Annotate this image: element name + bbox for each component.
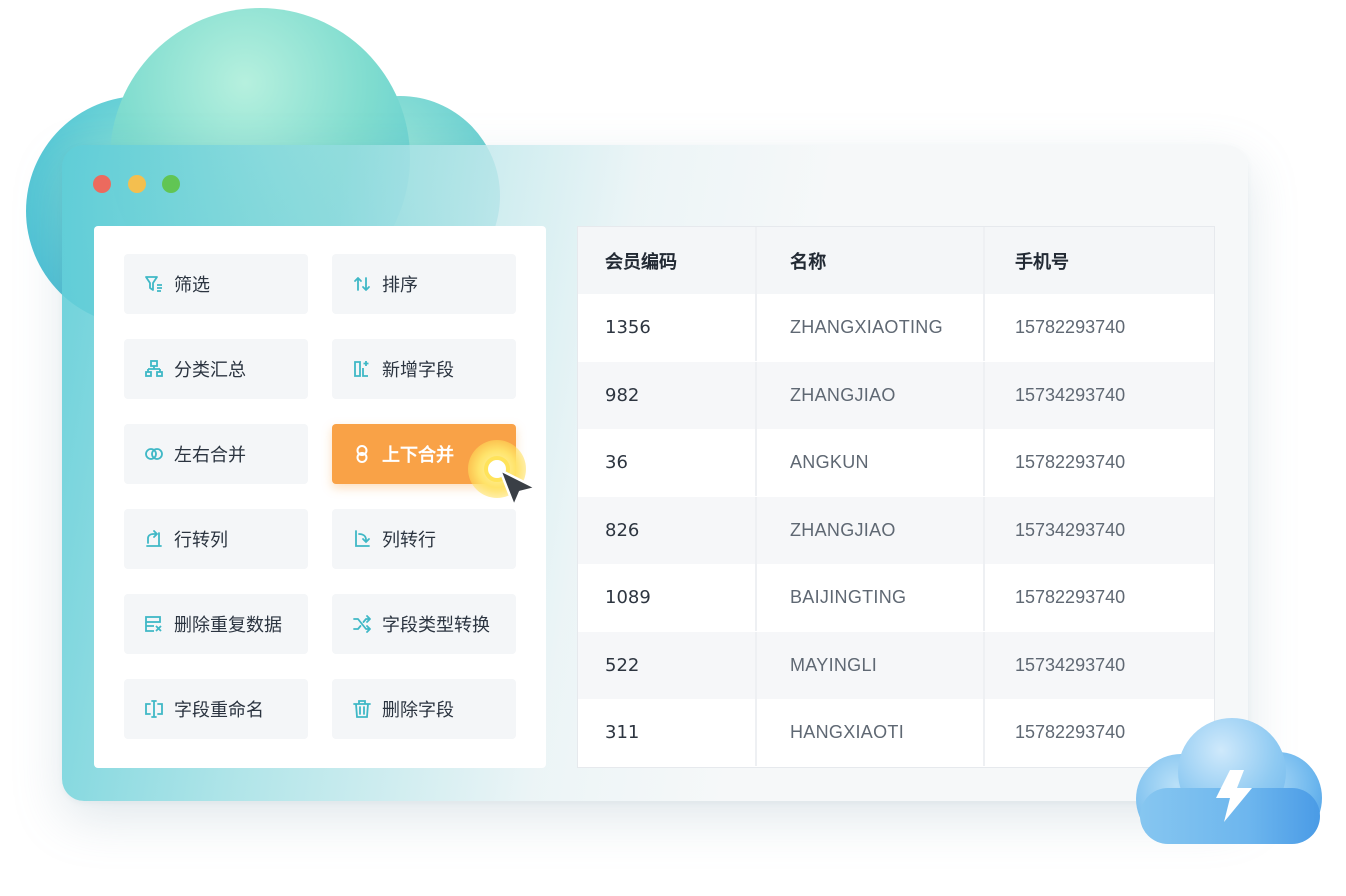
row-to-column-button[interactable]: 行转列 <box>124 509 308 569</box>
name-cell: ANGKUN <box>757 429 985 496</box>
name-cell: ZHANGXIAOTING <box>757 294 985 361</box>
table-row[interactable]: 826 ZHANGJIAO 15734293740 <box>578 497 1214 564</box>
phone-cell: 15734293740 <box>1015 655 1126 675</box>
horizontal-merge-button[interactable]: 左右合并 <box>124 424 308 484</box>
filter-label: 筛选 <box>174 275 210 296</box>
phone-cell: 15734293740 <box>1015 520 1126 540</box>
table-row[interactable]: 1356 ZHANGXIAOTING 15782293740 <box>578 294 1214 361</box>
operations-panel: 筛选 排序 分类汇总 新增字段 左右合并 上下合并 行转列 列转行 删除重复数据… <box>94 226 546 768</box>
column-header-member-code[interactable]: 会员编码 <box>578 227 757 294</box>
table-row[interactable]: 1089 BAIJINGTING 15782293740 <box>578 564 1214 631</box>
member-code-cell: 826 <box>578 497 757 564</box>
column-header-phone[interactable]: 手机号 <box>985 227 1214 294</box>
sort-label: 排序 <box>382 275 418 296</box>
group-summary-label: 分类汇总 <box>174 360 246 381</box>
name-cell: HANGXIAOTI <box>757 699 985 766</box>
remove-duplicates-button[interactable]: 删除重复数据 <box>124 594 308 654</box>
member-code-cell: 982 <box>578 362 757 429</box>
lightning-bolt-icon <box>1216 770 1252 822</box>
table-row[interactable]: 982 ZHANGJIAO 15734293740 <box>578 362 1214 429</box>
rename-field-icon <box>144 699 164 719</box>
rename-field-button[interactable]: 字段重命名 <box>124 679 308 739</box>
lightning-cloud-decoration <box>1132 718 1328 848</box>
remove-duplicates-icon <box>144 614 164 634</box>
column-to-row-button[interactable]: 列转行 <box>332 509 516 569</box>
member-code-cell: 311 <box>578 699 757 766</box>
row-to-column-label: 行转列 <box>174 530 228 551</box>
row-to-column-icon <box>144 529 164 549</box>
column-header-name[interactable]: 名称 <box>757 227 985 294</box>
member-code-cell: 1089 <box>578 564 757 631</box>
phone-cell: 15782293740 <box>1015 317 1126 337</box>
filter-icon <box>144 274 164 294</box>
remove-duplicates-label: 删除重复数据 <box>174 615 282 636</box>
name-cell: BAIJINGTING <box>757 564 985 631</box>
table-row[interactable]: 36 ANGKUN 15782293740 <box>578 429 1214 496</box>
sort-icon <box>352 274 372 294</box>
window-maximize-button[interactable] <box>162 175 180 193</box>
phone-cell: 15782293740 <box>1015 452 1126 472</box>
horizontal-merge-label: 左右合并 <box>174 445 246 466</box>
field-type-convert-label: 字段类型转换 <box>382 615 490 636</box>
horizontal-merge-icon <box>144 444 164 464</box>
add-field-icon <box>352 359 372 379</box>
member-code-cell: 1356 <box>578 294 757 361</box>
window-close-button[interactable] <box>93 175 111 193</box>
phone-cell: 15782293740 <box>1015 587 1126 607</box>
member-code-cell: 36 <box>578 429 757 496</box>
shuffle-icon <box>352 614 372 634</box>
name-cell: MAYINGLI <box>757 632 985 699</box>
group-summary-button[interactable]: 分类汇总 <box>124 339 308 399</box>
phone-cell: 15734293740 <box>1015 385 1126 405</box>
field-type-convert-button[interactable]: 字段类型转换 <box>332 594 516 654</box>
table-row[interactable]: 522 MAYINGLI 15734293740 <box>578 632 1214 699</box>
rename-field-label: 字段重命名 <box>174 700 264 721</box>
trash-icon <box>352 699 372 719</box>
window-minimize-button[interactable] <box>128 175 146 193</box>
sort-button[interactable]: 排序 <box>332 254 516 314</box>
add-field-label: 新增字段 <box>382 360 454 381</box>
name-cell: ZHANGJIAO <box>757 362 985 429</box>
vertical-merge-label: 上下合并 <box>382 445 454 466</box>
member-code-cell: 522 <box>578 632 757 699</box>
column-to-row-icon <box>352 529 372 549</box>
data-table: 会员编码 名称 手机号 1356 ZHANGXIAOTING 157822937… <box>577 226 1215 768</box>
table-row[interactable]: 311 HANGXIAOTI 15782293740 <box>578 699 1214 766</box>
mouse-cursor-icon <box>498 468 538 508</box>
delete-field-label: 删除字段 <box>382 700 454 721</box>
filter-button[interactable]: 筛选 <box>124 254 308 314</box>
name-cell: ZHANGJIAO <box>757 497 985 564</box>
group-summary-icon <box>144 359 164 379</box>
column-to-row-label: 列转行 <box>382 530 436 551</box>
add-field-button[interactable]: 新增字段 <box>332 339 516 399</box>
delete-field-button[interactable]: 删除字段 <box>332 679 516 739</box>
table-header-row: 会员编码 名称 手机号 <box>578 227 1214 294</box>
vertical-merge-icon <box>352 444 372 464</box>
